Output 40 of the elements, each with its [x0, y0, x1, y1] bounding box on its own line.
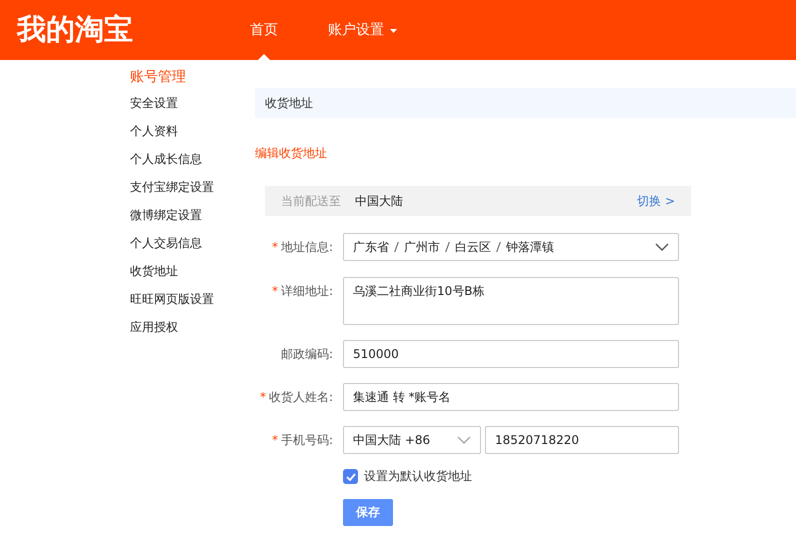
- field-label: 收货人姓名:: [268, 389, 333, 406]
- checkbox-label[interactable]: 设置为默认收货地址: [364, 468, 472, 485]
- required-mark: *: [272, 283, 278, 300]
- form-title: 编辑收货地址: [255, 145, 327, 162]
- check-icon: [346, 472, 356, 480]
- address-part: 广东省: [353, 239, 389, 256]
- sidebar-item[interactable]: 支付宝绑定设置: [130, 173, 214, 201]
- required-mark: *: [260, 389, 266, 406]
- phone-field[interactable]: 18520718220: [485, 426, 679, 454]
- address-part: 钟落潭镇: [506, 239, 554, 256]
- required-mark: *: [272, 239, 278, 256]
- chevron-down-icon: [457, 436, 471, 444]
- checkbox[interactable]: [343, 469, 358, 484]
- sidebar-item[interactable]: 个人成长信息: [130, 145, 202, 173]
- sidebar-item[interactable]: 微博绑定设置: [130, 201, 202, 229]
- section-title: 收货地址: [265, 94, 313, 112]
- sidebar-item[interactable]: 应用授权: [130, 313, 178, 341]
- switch-link[interactable]: 切换 >: [637, 192, 675, 210]
- field-label: 详细地址:: [280, 283, 333, 300]
- region-value: 中国大陆: [355, 192, 403, 210]
- input-field[interactable]: 510000: [343, 340, 679, 368]
- address-part: 广州市: [404, 239, 440, 256]
- sidebar-item[interactable]: 收货地址: [130, 257, 178, 285]
- sidebar-title: 账号管理: [130, 68, 186, 87]
- sidebar-item[interactable]: 个人资料: [130, 117, 178, 145]
- country-code-select[interactable]: 中国大陆 +86: [343, 426, 481, 454]
- field-label: 手机号码:: [280, 432, 333, 449]
- sidebar-item[interactable]: 安全设置: [130, 89, 178, 117]
- input-field[interactable]: 集速通 转 *账号名: [343, 383, 679, 411]
- address-textarea[interactable]: 乌溪二社商业街10号B栋: [343, 277, 679, 325]
- required-mark: *: [272, 432, 278, 449]
- caret-icon: [390, 29, 397, 33]
- address-select[interactable]: 广东省 广州市 白云区 钟落潭镇: [343, 233, 679, 261]
- address-part: 白云区: [455, 239, 491, 256]
- field-label: 地址信息:: [280, 239, 333, 256]
- chevron-down-icon: [655, 243, 669, 251]
- region-label: 当前配送至: [281, 192, 341, 210]
- field-label: 邮政编码:: [280, 346, 333, 363]
- sidebar-item[interactable]: 旺旺网页版设置: [130, 285, 214, 313]
- sidebar-item[interactable]: 个人交易信息: [130, 229, 202, 257]
